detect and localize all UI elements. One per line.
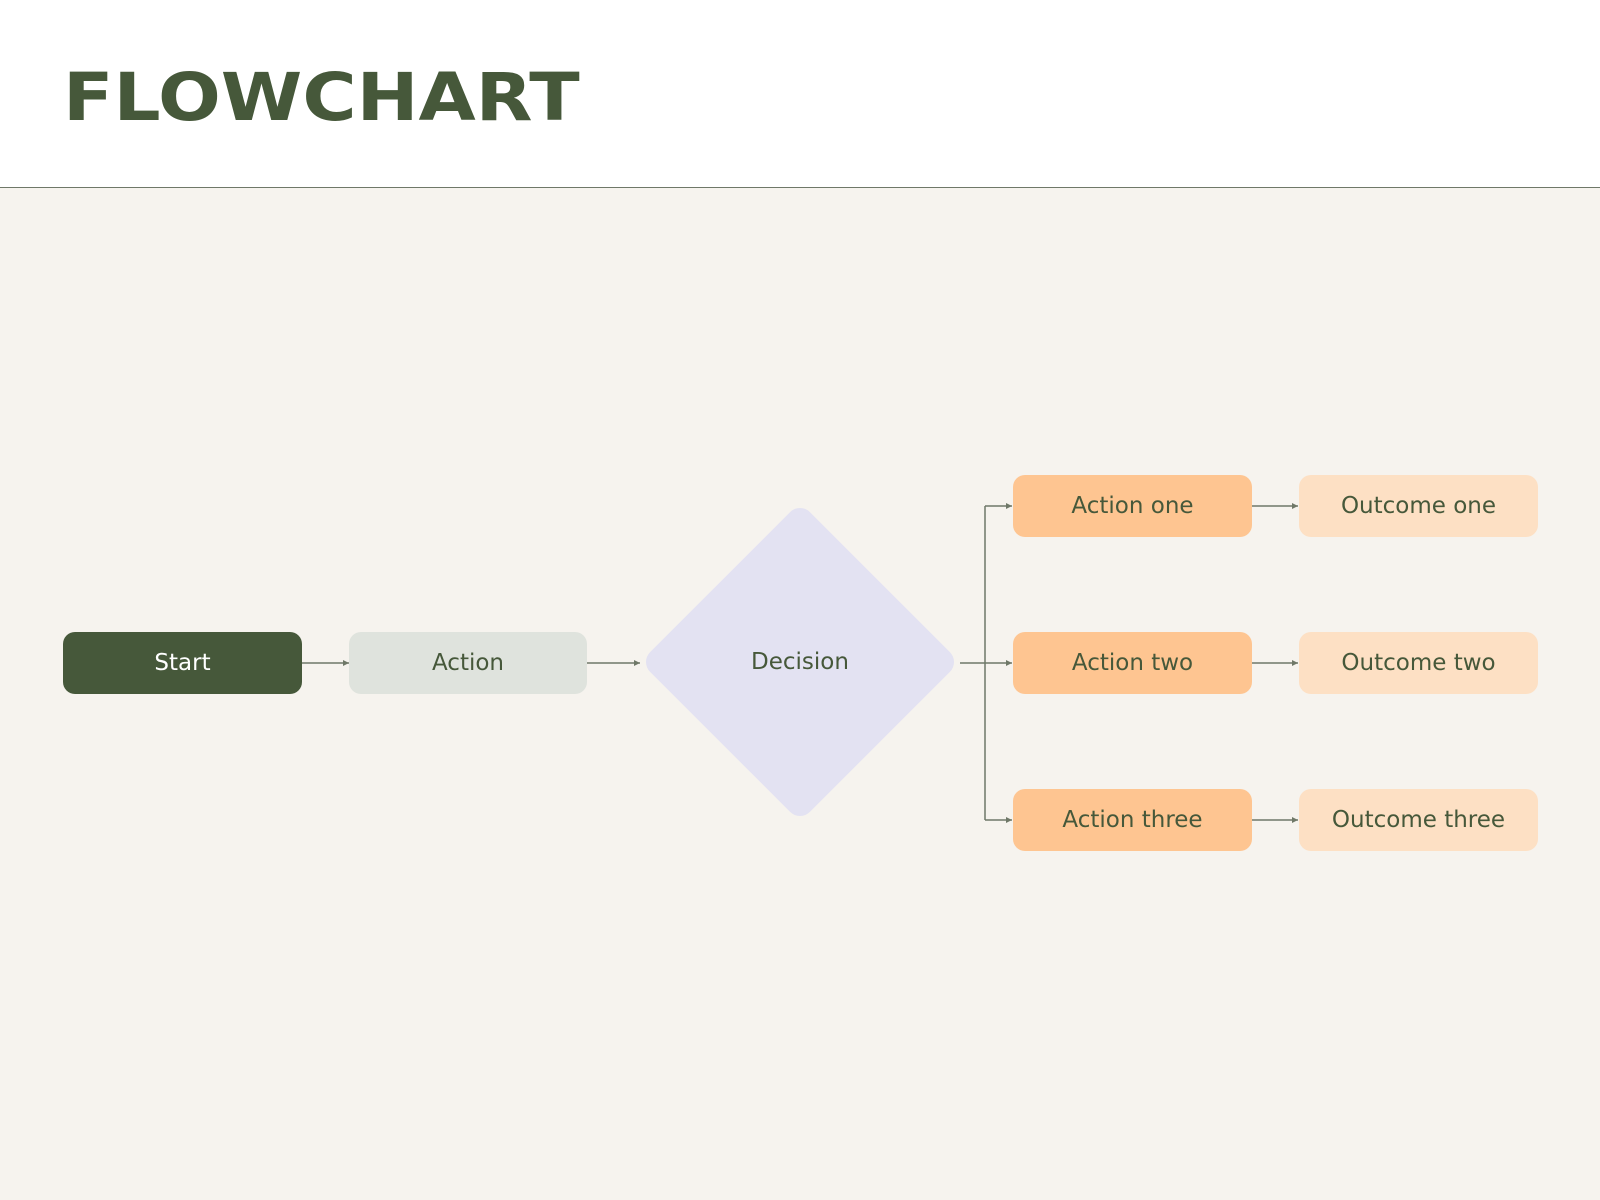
- outcome-three-node: Outcome three: [1299, 789, 1538, 851]
- start-node: Start: [63, 632, 302, 694]
- action-node: Action: [349, 632, 587, 694]
- outcome-two-node: Outcome two: [1299, 632, 1538, 694]
- outcome-one-node: Outcome one: [1299, 475, 1538, 537]
- decision-label: Decision: [751, 649, 849, 675]
- action-two-node: Action two: [1013, 632, 1252, 694]
- action-three-node: Action three: [1013, 789, 1252, 851]
- action-one-node: Action one: [1013, 475, 1252, 537]
